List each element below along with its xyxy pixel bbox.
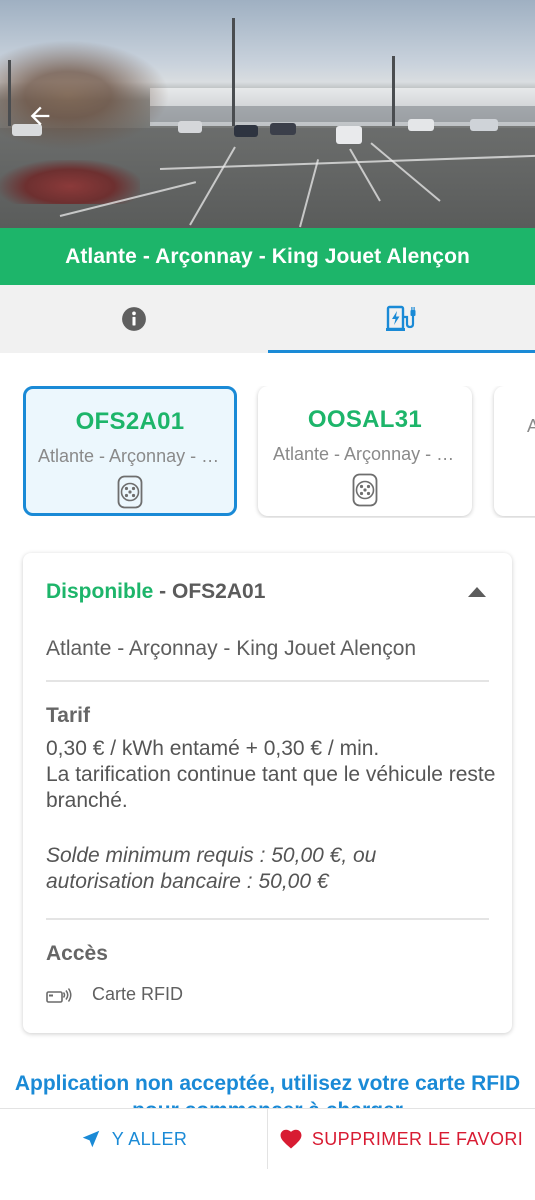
tab-info[interactable] bbox=[0, 285, 268, 353]
tarif-line-info: La tarification continue tant que le véh… bbox=[46, 763, 496, 812]
tarif-line-price: 0,30 € / kWh entamé + 0,30 € / min. bbox=[46, 737, 380, 760]
charge-point-address: Atlante - Arçonnay - King Jouet Alençon bbox=[38, 446, 222, 466]
bottom-action-bar: Y ALLER SUPPRIMER LE FAVORI bbox=[0, 1108, 535, 1200]
go-button[interactable]: Y ALLER bbox=[0, 1109, 268, 1169]
charge-points-carousel[interactable]: OFS2A01 Atlante - Arçonnay - King Jouet … bbox=[0, 386, 535, 518]
remove-favorite-label: SUPPRIMER LE FAVORI bbox=[311, 1128, 524, 1149]
type2-plug-icon bbox=[117, 475, 143, 509]
station-detail-screen: Atlante - Arçonnay - King Jouet Alençon bbox=[0, 0, 535, 1200]
remove-favorite-button[interactable]: SUPPRIMER LE FAVORI bbox=[268, 1109, 535, 1169]
ev-charger-icon bbox=[386, 305, 416, 331]
charge-point-code: OFS2A01 bbox=[75, 408, 185, 435]
charge-point-detail-card: Disponible - OFS2A01 Atlante - Arçonnay … bbox=[23, 553, 512, 1033]
detail-address: Atlante - Arçonnay - King Jouet Alençon bbox=[46, 637, 417, 660]
arrow-left-icon bbox=[30, 106, 50, 126]
collapse-caret-icon[interactable] bbox=[468, 587, 486, 597]
station-title-band: Atlante - Arçonnay - King Jouet Alençon bbox=[0, 228, 535, 285]
access-item-label: Carte RFID bbox=[92, 984, 184, 1004]
charge-point-card[interactable]: Atlante - Arçonnay - King Jouet Alençon bbox=[494, 386, 535, 516]
go-button-label: Y ALLER bbox=[111, 1128, 188, 1149]
heart-icon bbox=[280, 1129, 302, 1149]
access-title: Accès bbox=[46, 942, 108, 965]
charge-point-card[interactable]: OOSAL31 Atlante - Arçonnay - King Jouet … bbox=[258, 386, 472, 516]
divider bbox=[46, 918, 489, 920]
tab-bar bbox=[0, 285, 535, 353]
rfid-card-icon bbox=[46, 987, 72, 1003]
solde-minimum: Solde minimum requis : 50,00 €, ou autor… bbox=[46, 844, 377, 893]
charge-point-code: OOSAL31 bbox=[307, 406, 423, 433]
detail-header[interactable]: Disponible - OFS2A01 bbox=[46, 553, 489, 631]
charge-point-card[interactable]: OFS2A01 Atlante - Arçonnay - King Jouet … bbox=[23, 386, 237, 516]
navigation-arrow-icon bbox=[82, 1130, 99, 1148]
back-button[interactable] bbox=[24, 100, 56, 132]
station-title: Atlante - Arçonnay - King Jouet Alençon bbox=[65, 244, 470, 268]
charge-point-address: Atlante - Arçonnay - King Jouet Alençon bbox=[509, 416, 535, 437]
availability-status: Disponible bbox=[46, 580, 154, 603]
type2-plug-icon bbox=[352, 473, 378, 507]
charge-point-address: Atlante - Arçonnay - King Jouet Alençon bbox=[273, 444, 457, 464]
access-item: Carte RFID bbox=[46, 984, 489, 1005]
status-separator: - bbox=[153, 580, 173, 603]
info-circle-icon bbox=[121, 307, 146, 331]
station-photo bbox=[0, 0, 535, 228]
tab-charge-points[interactable] bbox=[267, 285, 535, 353]
divider bbox=[46, 680, 489, 682]
tarif-title: Tarif bbox=[46, 704, 90, 727]
detail-code: OFS2A01 bbox=[172, 580, 266, 603]
